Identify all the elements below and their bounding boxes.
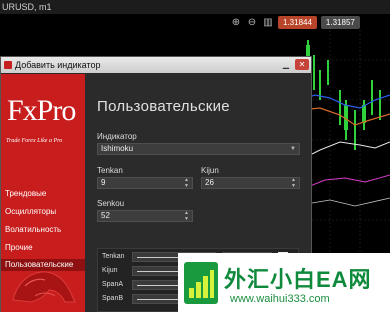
stepper-arrows-icon[interactable]: ▲ ▼	[184, 210, 189, 222]
dialog-titlebar: Добавить индикатор ▁ ✕	[1, 57, 311, 73]
line-label: SpanA	[102, 281, 124, 288]
sell-price-button[interactable]: 1.31844	[278, 15, 317, 29]
tenkan-value: 9	[101, 178, 106, 187]
senkou-value: 52	[101, 211, 110, 220]
indicator-label: Индикатор	[97, 132, 137, 141]
kijun-label: Kijun	[201, 166, 219, 175]
senkou-label: Senkou	[97, 199, 125, 208]
line-label: Kijun	[102, 267, 118, 274]
category-sidebar: FxPro Trade Forex Like a Pro Трендовые О…	[1, 74, 85, 312]
chart-type-icon[interactable]: ▥	[262, 17, 274, 28]
app-icon	[4, 61, 12, 69]
line-label: Tenkan	[102, 253, 125, 260]
chart-toolbar: ⊕ ⊖ ▥ 1.31844 1.31857	[230, 15, 360, 29]
kijun-value: 26	[205, 178, 214, 187]
tenkan-stepper[interactable]: 9 ▲ ▼	[97, 177, 193, 189]
chevron-down-icon: ▼	[290, 146, 296, 152]
bar-chart-logo-icon	[184, 262, 218, 304]
category-volatility[interactable]: Волатильность	[5, 225, 61, 234]
stepper-arrows-icon[interactable]: ▲ ▼	[184, 177, 189, 189]
stepper-arrows-icon[interactable]: ▲ ▼	[291, 177, 296, 189]
category-other[interactable]: Прочие	[5, 243, 33, 252]
fxpro-logo: FxPro	[7, 94, 76, 127]
fxpro-tagline: Trade Forex Like a Pro	[6, 138, 63, 144]
close-icon[interactable]: ✕	[295, 59, 309, 70]
dialog-title: Добавить индикатор	[15, 60, 101, 70]
category-oscillators[interactable]: Осцилляторы	[5, 207, 56, 216]
indicator-select[interactable]: Ishimoku ▼	[97, 143, 300, 155]
section-heading: Пользовательские	[97, 98, 230, 115]
category-trend[interactable]: Трендовые	[5, 189, 46, 198]
zoom-out-icon[interactable]: ⊖	[246, 17, 258, 28]
senkou-stepper[interactable]: 52 ▲ ▼	[97, 210, 193, 222]
indicator-value: Ishimoku	[101, 144, 134, 153]
lion-emblem-icon	[12, 271, 76, 303]
zoom-in-icon[interactable]: ⊕	[230, 17, 242, 28]
watermark-url: www.waihui333.com	[230, 293, 330, 305]
chart-title: URUSD, m1	[0, 0, 390, 14]
watermark-overlay: 外汇小白EA网 www.waihui333.com	[178, 253, 390, 312]
tenkan-label: Tenkan	[97, 166, 123, 175]
minimize-icon[interactable]: ▁	[279, 59, 293, 70]
watermark-title: 外汇小白EA网	[224, 267, 372, 292]
kijun-stepper[interactable]: 26 ▲ ▼	[201, 177, 300, 189]
line-label: SpanB	[102, 295, 124, 302]
buy-price-button[interactable]: 1.31857	[320, 15, 360, 29]
